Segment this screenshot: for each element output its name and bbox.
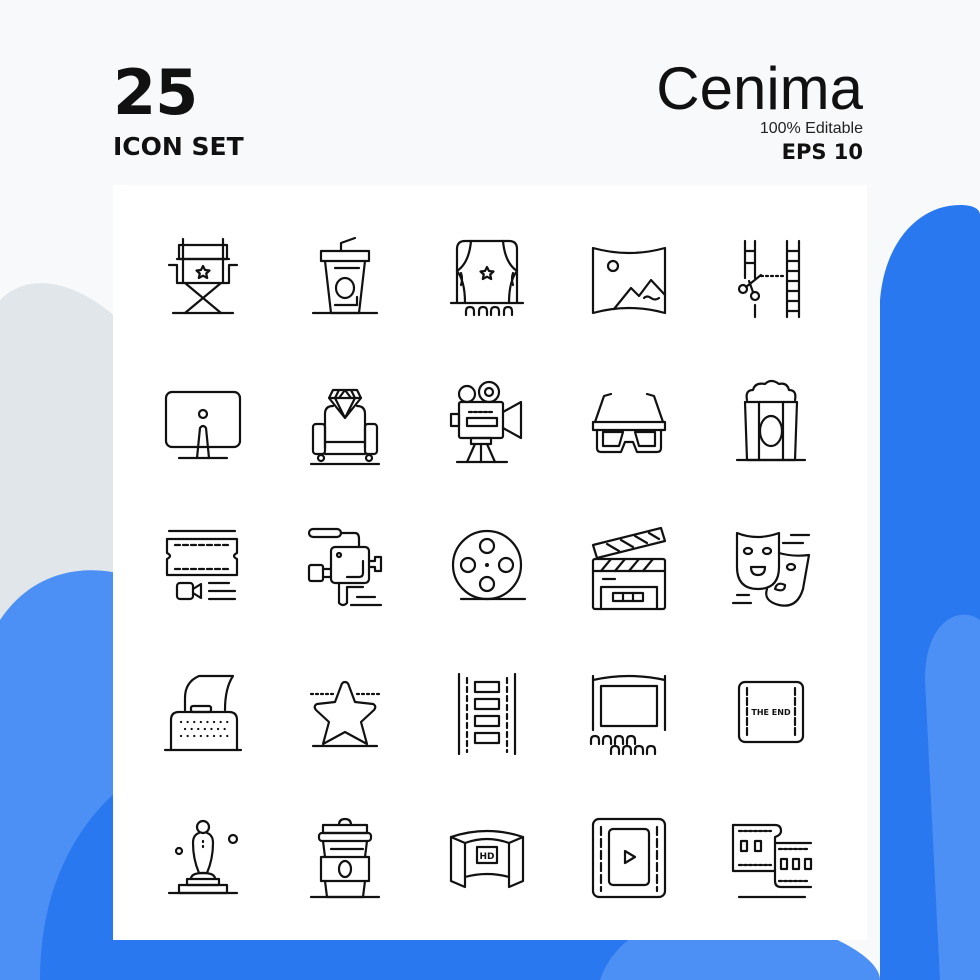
icon-cell <box>447 668 527 758</box>
monitor-icon <box>164 390 242 460</box>
the-end-label: THE END <box>751 708 791 717</box>
icon-set-label: ICON SET <box>113 132 244 161</box>
film-roll-icon <box>731 823 813 899</box>
clapperboard-icon <box>591 526 667 611</box>
icon-cell <box>589 813 669 903</box>
typewriter-icon <box>163 674 243 752</box>
editable-label: 100% Editable <box>759 120 863 137</box>
format-label: EPS 10 <box>781 140 863 164</box>
icon-cell <box>731 378 811 468</box>
panorama-image-icon <box>591 246 667 315</box>
icon-cell <box>447 378 527 468</box>
icon-cell <box>305 813 385 903</box>
icon-cell <box>589 523 669 613</box>
vip-seat-icon <box>309 388 381 466</box>
soda-cup-icon <box>311 236 379 315</box>
award-statue-icon <box>167 819 239 895</box>
coffee-cup-icon <box>309 817 381 899</box>
icon-count: 25 <box>113 56 198 129</box>
icon-card: THE END HD <box>113 185 867 940</box>
film-projector-icon <box>449 380 523 464</box>
set-title: Cenima <box>656 55 863 122</box>
icon-cell: THE END <box>731 668 811 758</box>
icon-cell <box>305 233 385 323</box>
hd-label: HD <box>479 852 494 862</box>
film-strip-icon <box>457 672 517 756</box>
icon-cell <box>731 813 813 903</box>
header-right: Cenima 100% Editable EPS 10 <box>656 55 863 165</box>
icon-cell <box>731 233 811 323</box>
icon-cell <box>163 523 243 613</box>
ticket-video-icon <box>165 529 239 601</box>
header-left: 25 ICON SET <box>113 56 244 161</box>
film-reel-icon <box>451 529 527 601</box>
theater-masks-icon <box>731 531 811 607</box>
icon-cell <box>305 523 385 613</box>
icon-cell <box>589 233 669 323</box>
video-player-icon <box>591 817 667 899</box>
3d-glasses-icon <box>591 392 667 454</box>
hd-screen-icon: HD <box>449 829 525 889</box>
icon-cell <box>163 813 243 903</box>
icon-cell <box>305 668 385 758</box>
theater-stage-icon <box>449 239 525 317</box>
icon-cell <box>447 523 527 613</box>
icon-cell <box>163 233 243 323</box>
icon-cell <box>731 523 811 613</box>
icon-grid: THE END HD <box>163 233 813 903</box>
cinema-screen-icon <box>589 674 667 756</box>
the-end-icon: THE END <box>737 680 805 744</box>
star-icon <box>309 680 381 748</box>
icon-cell <box>163 378 243 468</box>
popcorn-icon <box>735 379 807 462</box>
icon-cell: HD <box>447 813 527 903</box>
icon-cell <box>589 378 669 468</box>
icon-cell <box>163 668 243 758</box>
director-chair-icon <box>167 237 239 315</box>
icon-cell <box>447 233 527 323</box>
video-camera-icon <box>307 527 383 607</box>
icon-cell <box>589 668 669 758</box>
film-cut-icon <box>737 239 801 319</box>
icon-cell <box>305 378 385 468</box>
